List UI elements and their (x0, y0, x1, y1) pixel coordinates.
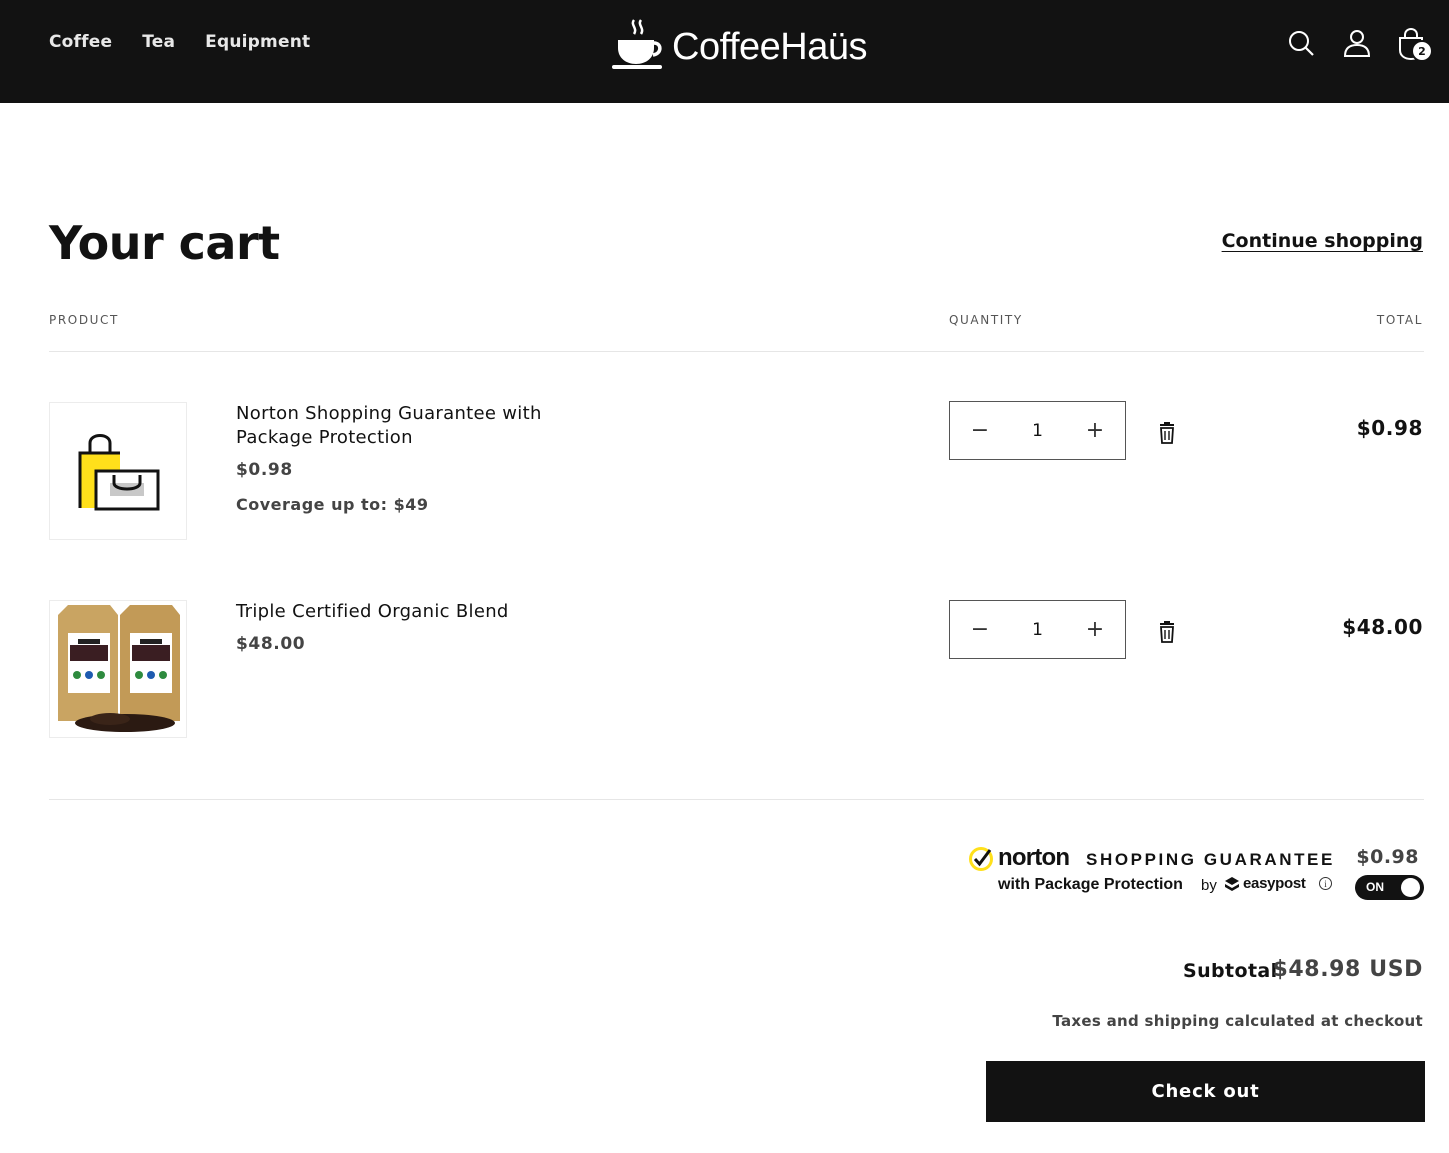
search-icon[interactable] (1287, 28, 1317, 60)
nav-link-equipment[interactable]: Equipment (205, 32, 310, 52)
col-header-product: PRODUCT (49, 313, 119, 327)
increase-quantity-button[interactable]: + (1085, 419, 1105, 442)
quantity-stepper: − 1 + (949, 401, 1126, 460)
info-icon[interactable]: i (1319, 877, 1332, 890)
subtotal-label: Subtotal (1183, 960, 1278, 982)
product-image-norton[interactable] (49, 402, 187, 540)
tax-note: Taxes and shipping calculated at checkou… (1052, 1012, 1423, 1030)
decrease-quantity-button[interactable]: − (970, 419, 990, 442)
product-coverage: Coverage up to: $49 (236, 495, 429, 514)
norton-price: $0.98 (1356, 846, 1419, 868)
nav-link-tea[interactable]: Tea (142, 32, 175, 52)
coffee-cup-icon (612, 19, 662, 69)
quantity-stepper: − 1 + (949, 600, 1126, 659)
quantity-value[interactable]: 1 (1032, 620, 1043, 640)
line-total: $0.98 (1356, 416, 1423, 440)
coffee-bags-image (58, 605, 180, 732)
divider (49, 351, 1424, 352)
norton-by: by (1201, 877, 1217, 894)
nav-link-coffee[interactable]: Coffee (49, 32, 112, 52)
col-header-quantity: QUANTITY (949, 313, 1023, 327)
logo-text: CoffeeHaüs (672, 25, 867, 68)
norton-brand: norton (998, 844, 1070, 871)
checkout-button[interactable]: Check out (986, 1061, 1425, 1122)
easypost-text: easypost (1243, 875, 1306, 892)
toggle-label: ON (1366, 880, 1384, 894)
decrease-quantity-button[interactable]: − (970, 618, 990, 641)
page-title: Your cart (49, 216, 280, 270)
easypost-icon (1225, 876, 1239, 891)
site-logo[interactable]: CoffeeHaüs (610, 18, 867, 70)
site-header: Coffee Tea Equipment CoffeeHaüs 2 (0, 0, 1449, 103)
increase-quantity-button[interactable]: + (1085, 618, 1105, 641)
quantity-value[interactable]: 1 (1032, 421, 1043, 441)
line-total: $48.00 (1342, 615, 1423, 639)
cart-count-badge: 2 (1411, 40, 1433, 62)
norton-tagline: SHOPPING GUARANTEE (1086, 850, 1335, 869)
product-name[interactable]: Norton Shopping Guarantee with Package P… (236, 402, 596, 450)
toggle-knob (1401, 878, 1420, 897)
trash-icon[interactable] (1157, 621, 1177, 643)
col-header-total: TOTAL (1376, 313, 1423, 327)
shopping-bag-icon (78, 434, 160, 511)
trash-icon[interactable] (1157, 422, 1177, 444)
product-price: $0.98 (236, 460, 293, 480)
main-nav: Coffee Tea Equipment (49, 32, 310, 52)
divider (49, 799, 1424, 800)
product-price: $48.00 (236, 634, 306, 654)
easypost-logo: easypost (1224, 875, 1306, 892)
norton-guarantee-widget: norton SHOPPING GUARANTEE with Package P… (968, 842, 1424, 908)
norton-subline: with Package Protection (998, 876, 1183, 893)
subtotal-value: $48.98 USD (1272, 957, 1423, 982)
account-icon[interactable] (1342, 28, 1372, 60)
package-protection-toggle[interactable]: ON (1355, 875, 1424, 900)
product-name[interactable]: Triple Certified Organic Blend (236, 600, 596, 624)
continue-shopping-link[interactable]: Continue shopping (1222, 230, 1423, 252)
product-image-coffee[interactable] (49, 600, 187, 738)
norton-check-icon (969, 847, 993, 871)
